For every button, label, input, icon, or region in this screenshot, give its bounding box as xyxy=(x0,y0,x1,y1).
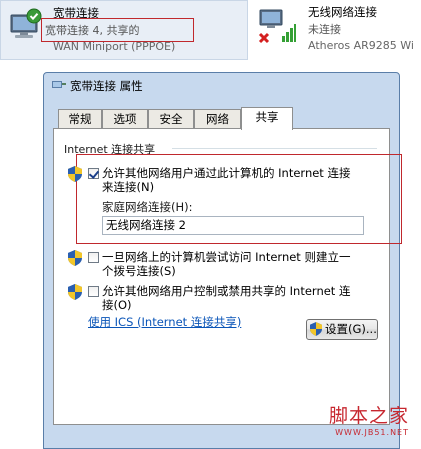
connection-item-wireless[interactable]: 无线网络连接 未连接 Atheros AR9285 Wi xyxy=(250,0,421,60)
option-dial-on-demand-line2: 个拨号连接(S) xyxy=(102,264,176,278)
watermark-sub: WWW.JB51.NET xyxy=(335,428,409,437)
sharing-panel: Internet 连接共享 允许其他网络用户通过此计算机的 Internet 连… xyxy=(53,128,402,425)
site-watermark: 脚本之家 WWW.JB51.NET xyxy=(329,401,409,437)
network-title-icon xyxy=(52,81,66,88)
status-highlight-box xyxy=(41,18,194,42)
option-allow-control-line1: 允许其他网络用户控制或禁用共享的 Internet 连 xyxy=(102,284,351,298)
dialog-title: 宽带连接 属性 xyxy=(70,79,143,93)
uac-shield-icon xyxy=(68,166,82,182)
disconnected-x-icon xyxy=(258,32,270,44)
properties-dialog: 宽带连接 属性 常规 选项 安全 网络 共享 Internet 连接共享 允许其… xyxy=(43,72,402,449)
checkbox-dial-on-demand[interactable] xyxy=(88,252,99,263)
watermark-main: 脚本之家 xyxy=(328,405,409,427)
home-network-label: 家庭网络连接(H): xyxy=(102,200,193,214)
settings-button[interactable]: 设置(G)... xyxy=(306,319,378,340)
option-allow-sharing-line1: 允许其他网络用户通过此计算机的 Internet 连接 xyxy=(102,166,351,180)
connection-device: Atheros AR9285 Wi xyxy=(308,39,414,52)
connection-status: 未连接 xyxy=(308,23,341,36)
option-allow-control-line2: 接(O) xyxy=(102,298,132,312)
tab-general[interactable]: 常规 xyxy=(58,109,102,129)
checkbox-allow-sharing[interactable] xyxy=(88,168,99,179)
network-connections-strip: 宽带连接 宽带连接 4, 共享的 WAN Miniport (PPPOE) 无线… xyxy=(0,0,421,62)
dialog-titlebar[interactable]: 宽带连接 属性 xyxy=(44,73,399,97)
home-network-field[interactable]: 无线网络连接 2 xyxy=(102,216,364,235)
uac-shield-icon xyxy=(310,322,322,336)
connection-name: 无线网络连接 xyxy=(308,5,377,19)
wifi-signal-icon xyxy=(258,9,296,44)
connection-item-broadband[interactable]: 宽带连接 宽带连接 4, 共享的 WAN Miniport (PPPOE) xyxy=(0,0,248,60)
checkbox-allow-control[interactable] xyxy=(88,286,99,297)
uac-shield-icon xyxy=(68,250,82,266)
tab-security[interactable]: 安全 xyxy=(148,109,194,129)
tab-networking[interactable]: 网络 xyxy=(194,109,241,129)
tab-options[interactable]: 选项 xyxy=(102,109,148,129)
uac-shield-icon xyxy=(68,284,82,300)
section-divider xyxy=(172,148,377,149)
option-dial-on-demand-line1: 一旦网络上的计算机尝试访问 Internet 则建立一 xyxy=(102,250,351,264)
network-computer-icon xyxy=(10,8,42,38)
settings-button-label: 设置(G)... xyxy=(325,322,377,336)
option-allow-sharing-line2: 来连接(N) xyxy=(102,180,155,194)
ics-help-link[interactable]: 使用 ICS (Internet 连接共享) xyxy=(88,314,241,330)
tab-sharing[interactable]: 共享 xyxy=(241,107,293,130)
